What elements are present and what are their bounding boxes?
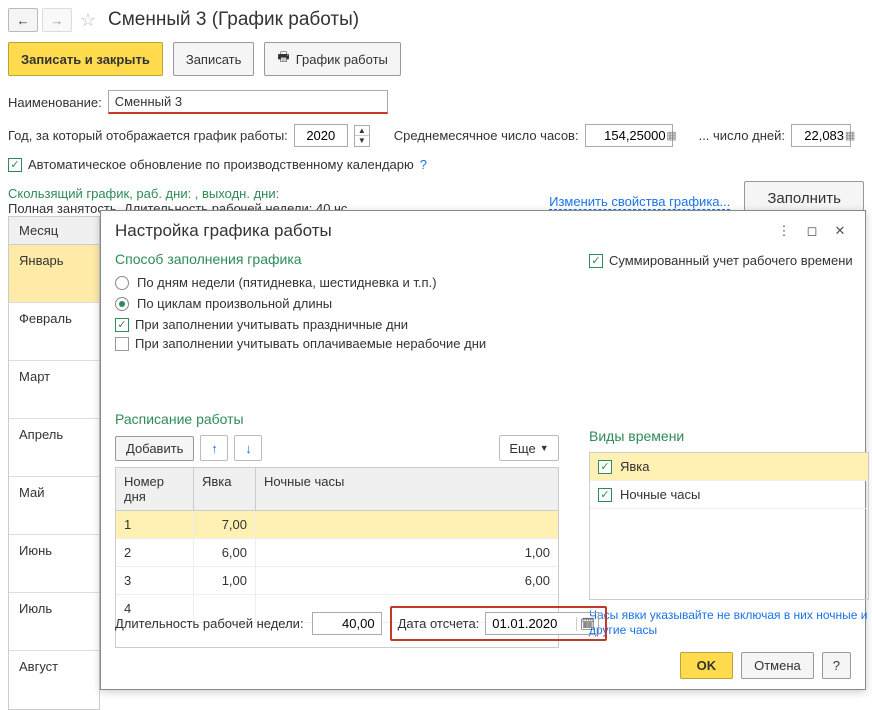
modal-close-icon[interactable]: ✕: [829, 221, 851, 241]
help-link[interactable]: ?: [420, 157, 427, 172]
paid-nonwork-checkbox[interactable]: [115, 337, 129, 351]
month-sidebar: Месяц Январь Февраль Март Апрель Май Июн…: [8, 216, 100, 710]
types-title: Виды времени: [589, 428, 869, 444]
desc-line1: Скользящий график, раб. дни: , выходн. д…: [8, 186, 549, 201]
year-down[interactable]: ▼: [355, 136, 369, 146]
table-row[interactable]: 1 7,00: [116, 511, 558, 539]
month-march[interactable]: Март: [9, 361, 99, 419]
chevron-down-icon: ▼: [540, 443, 549, 453]
paid-nonwork-label: При заполнении учитывать оплачиваемые не…: [135, 336, 486, 351]
radio-by-cycles[interactable]: [115, 297, 129, 311]
move-up-button[interactable]: ↑: [200, 435, 228, 461]
month-header: Месяц: [9, 217, 99, 245]
save-close-button[interactable]: Записать и закрыть: [8, 42, 163, 76]
month-april[interactable]: Апрель: [9, 419, 99, 477]
month-august[interactable]: Август: [9, 651, 99, 709]
year-up[interactable]: ▲: [355, 126, 369, 136]
col-night-header[interactable]: Ночные часы: [256, 468, 558, 510]
start-date-label: Дата отсчета:: [398, 616, 480, 631]
year-input[interactable]: [294, 124, 348, 147]
types-list: ✓ Явка ✓ Ночные часы: [589, 452, 869, 600]
month-july[interactable]: Июль: [9, 593, 99, 651]
type-check-night[interactable]: ✓: [598, 488, 612, 502]
table-row[interactable]: 2 6,00 1,00: [116, 539, 558, 567]
name-label: Наименование:: [8, 95, 102, 110]
forward-button[interactable]: →: [42, 8, 72, 32]
fill-method-title: Способ заполнения графика: [115, 251, 559, 267]
type-check-attendance[interactable]: ✓: [598, 460, 612, 474]
start-date-highlight: Дата отсчета: 🗓: [390, 606, 608, 641]
days-label: ... число дней:: [699, 128, 785, 143]
change-props-link[interactable]: Изменить свойства графика...: [549, 194, 730, 210]
table-row[interactable]: 3 1,00 6,00: [116, 567, 558, 595]
type-row-night[interactable]: ✓ Ночные часы: [590, 481, 868, 509]
radio-by-weekdays[interactable]: [115, 276, 129, 290]
printer-icon: [277, 48, 289, 70]
holidays-checkbox[interactable]: ✓: [115, 318, 129, 332]
days-input[interactable]: [791, 124, 851, 147]
radio-by-weekdays-label: По дням недели (пятидневка, шестидневка …: [137, 275, 437, 290]
month-may[interactable]: Май: [9, 477, 99, 535]
month-june[interactable]: Июнь: [9, 535, 99, 593]
auto-update-label: Автоматическое обновление по производств…: [28, 157, 414, 172]
radio-by-cycles-label: По циклам произвольной длины: [137, 296, 332, 311]
cancel-button[interactable]: Отмена: [741, 652, 814, 679]
calendar-icon[interactable]: 🗓: [576, 617, 598, 631]
summed-time-checkbox[interactable]: ✓: [589, 254, 603, 268]
auto-update-checkbox[interactable]: ✓: [8, 158, 22, 172]
month-february[interactable]: Февраль: [9, 303, 99, 361]
modal-restore-icon[interactable]: ◻: [801, 221, 823, 241]
move-down-button[interactable]: ↓: [234, 435, 262, 461]
week-duration-input[interactable]: [312, 612, 382, 635]
name-input[interactable]: [108, 90, 388, 114]
more-button[interactable]: Еще ▼: [499, 435, 559, 461]
back-button[interactable]: ←: [8, 8, 38, 32]
schedule-settings-modal: Настройка графика работы ⋮ ◻ ✕ Способ за…: [100, 210, 866, 690]
schedule-button-label: График работы: [296, 52, 388, 67]
avg-hours-label: Среднемесячное число часов:: [394, 128, 579, 143]
holidays-label: При заполнении учитывать праздничные дни: [135, 317, 408, 332]
schedule-button[interactable]: График работы: [264, 42, 400, 76]
start-date-input[interactable]: [486, 613, 576, 634]
ok-button[interactable]: OK: [680, 652, 734, 679]
month-january[interactable]: Январь: [9, 245, 99, 303]
col-day-header[interactable]: Номер дня: [116, 468, 194, 510]
help-button[interactable]: ?: [822, 652, 851, 679]
type-row-attendance[interactable]: ✓ Явка: [590, 453, 868, 481]
favorite-icon[interactable]: ☆: [76, 8, 100, 32]
modal-more-icon[interactable]: ⋮: [773, 221, 795, 241]
avg-hours-input[interactable]: [585, 124, 673, 147]
page-title: Сменный 3 (График работы): [108, 9, 359, 31]
modal-title: Настройка графика работы: [115, 221, 767, 241]
week-duration-label: Длительность рабочей недели:: [115, 616, 304, 631]
col-attend-header[interactable]: Явка: [194, 468, 256, 510]
schedule-title: Расписание работы: [115, 411, 559, 427]
summed-time-label: Суммированный учет рабочего времени: [609, 253, 853, 268]
save-button[interactable]: Записать: [173, 42, 255, 76]
add-button[interactable]: Добавить: [115, 436, 194, 461]
year-label: Год, за который отображается график рабо…: [8, 128, 288, 143]
